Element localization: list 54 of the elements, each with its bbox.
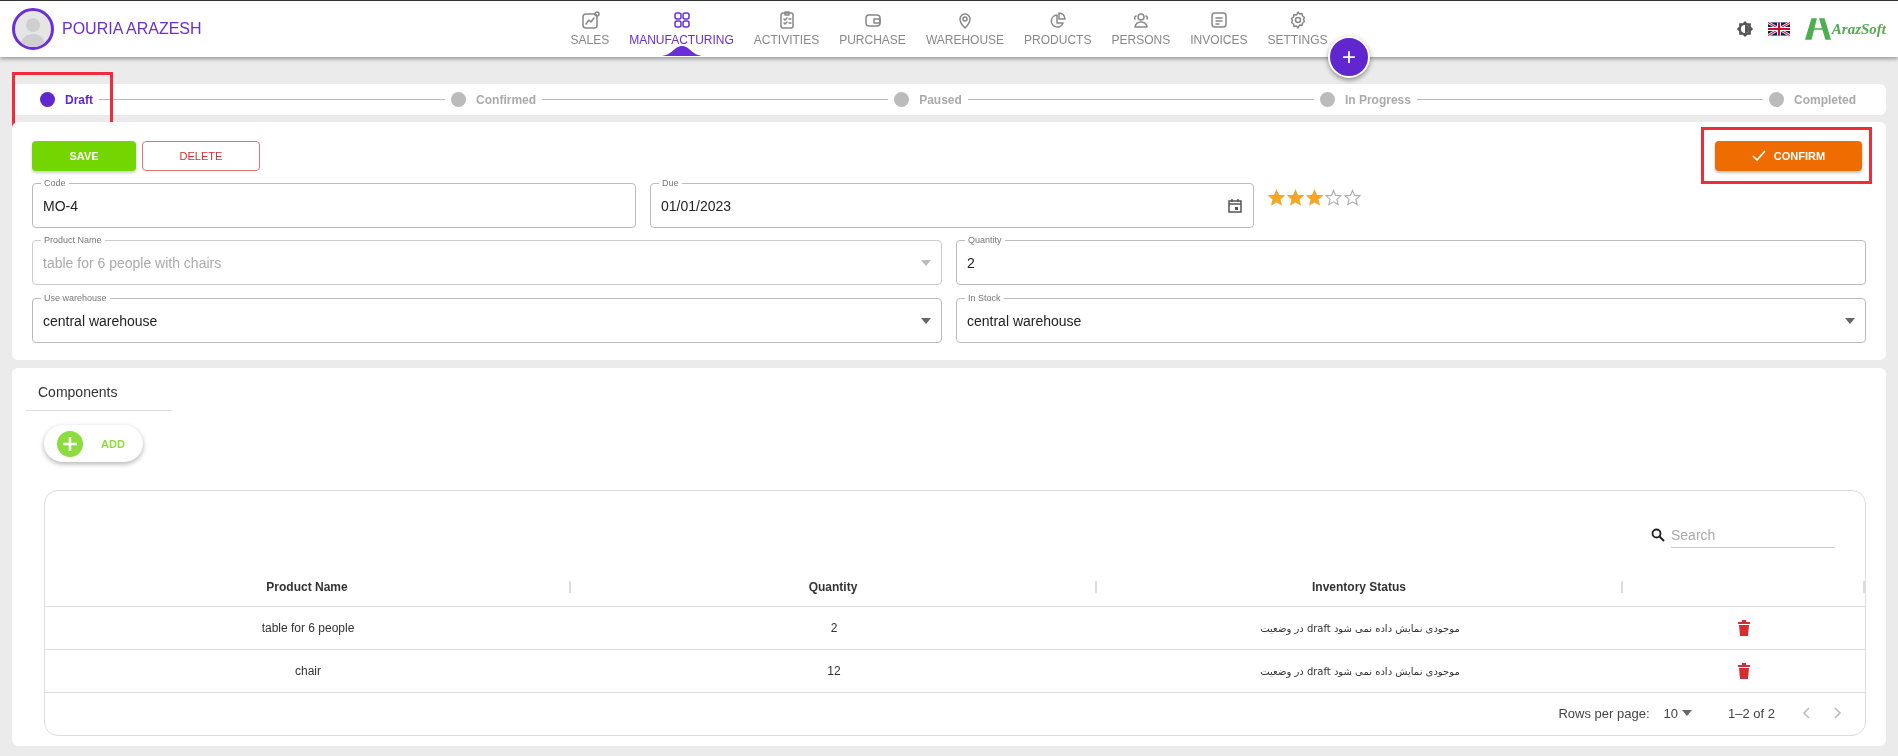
theme-toggle-icon[interactable] — [1735, 20, 1754, 38]
star-icon — [1287, 189, 1304, 206]
column-header: Inventory Status — [1311, 580, 1407, 594]
delete-button[interactable]: DELETE — [142, 140, 260, 171]
nav-tab[interactable]: ACTIVITIES — [743, 3, 830, 55]
caret-icon — [1845, 317, 1855, 324]
table-cell-text: chair — [294, 664, 322, 678]
star-icon — [1344, 189, 1361, 206]
nav-tab[interactable]: WAREHOUSE — [915, 3, 1015, 55]
grid-icon — [671, 9, 692, 30]
step-label: Paused — [919, 92, 962, 107]
document-icon — [1208, 9, 1229, 30]
step-label: Completed — [1794, 92, 1856, 107]
save-button[interactable]: SAVE — [32, 140, 136, 171]
step-label: Confirmed — [476, 92, 537, 107]
caret-icon — [1682, 710, 1692, 716]
user-name: POURIA ARAZESH — [62, 20, 202, 38]
nav-tab[interactable]: PRODUCTS — [1014, 3, 1102, 55]
chart-icon — [579, 9, 600, 30]
search-icon — [1651, 528, 1665, 542]
nav-tab[interactable]: INVOICES — [1180, 3, 1258, 55]
column-header: Quantity — [807, 580, 859, 594]
column-header: Product Name — [265, 580, 349, 594]
rows-per-page-select[interactable]: 10 — [1663, 705, 1692, 721]
caret-icon — [921, 259, 931, 266]
table-cell-text: 2 — [829, 621, 839, 635]
star-icon — [1268, 189, 1285, 206]
table-cell-text: موجودی نمایش داده نمی شود draft در وضعیت — [1259, 665, 1461, 677]
step-label: In Progress — [1344, 92, 1411, 107]
avatar — [12, 8, 54, 50]
confirm-button[interactable]: CONFIRM — [1715, 141, 1862, 171]
add-button[interactable]: + — [1328, 36, 1370, 78]
table-cell-text: 12 — [826, 664, 842, 678]
table-cell-text: table for 6 people — [260, 621, 356, 635]
section-title: Components — [26, 382, 172, 411]
star-icon — [1306, 189, 1323, 206]
trash-icon[interactable] — [1737, 663, 1751, 679]
check-icon — [1751, 150, 1766, 162]
plus-icon — [57, 430, 83, 457]
search-field[interactable]: Search — [1671, 522, 1835, 548]
star-icon — [1325, 189, 1342, 206]
table-cell-text: موجودی نمایش داده نمی شود draft در وضعیت — [1259, 622, 1461, 634]
trash-icon[interactable] — [1737, 620, 1751, 636]
caret-icon — [921, 317, 931, 324]
page-range: 1–2 of 2 — [1728, 705, 1775, 721]
calendar-icon[interactable] — [1227, 197, 1243, 214]
nav-tab[interactable]: MANUFACTURING — [619, 3, 744, 55]
logo: ArazSoft — [1803, 17, 1886, 41]
nav-tab[interactable]: PERSONS — [1101, 3, 1181, 55]
nav-tab[interactable]: SALES — [560, 3, 620, 55]
nav-tab[interactable]: PURCHASE — [829, 3, 916, 55]
flag-icon[interactable] — [1767, 22, 1790, 36]
step-label: Draft — [65, 92, 93, 107]
rows-per-page-label: Rows per page: — [1558, 705, 1650, 721]
